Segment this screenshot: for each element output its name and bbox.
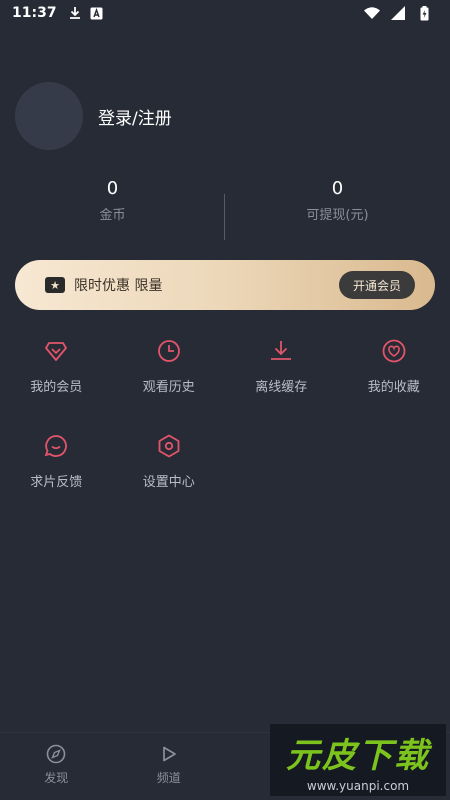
coins-stat[interactable]: 0 金币 [0,170,225,223]
withdrawable-stat[interactable]: 0 可提现(元) [225,170,450,223]
menu-item-offline-cache[interactable]: 离线缓存 [225,338,338,395]
nav-item-discover[interactable]: 发现 [0,733,113,800]
avatar[interactable] [15,82,83,150]
signal-icon [390,5,406,21]
nav-label: 频道 [156,771,181,785]
menu-grid: 我的会员 观看历史 离线缓存 我的收藏 求片反馈 设置中心 [0,338,450,490]
vip-promo-text: 限时优惠 限量 [74,278,163,294]
font-status-icon [89,5,105,21]
menu-item-request-feedback[interactable]: 求片反馈 [0,433,113,490]
battery-icon [416,5,432,21]
nav-label: 发现 [44,771,69,785]
nav-item-channel[interactable]: 频道 [113,733,226,800]
menu-item-my-membership[interactable]: 我的会员 [0,338,113,395]
chat-icon [43,433,69,459]
menu-label: 观看历史 [142,380,195,395]
download-status-icon [67,5,83,21]
watermark-url: www.yuanpi.com [306,778,410,793]
play-icon [158,743,180,765]
menu-item-my-favorites[interactable]: 我的收藏 [338,338,450,395]
profile-header[interactable]: 登录/注册 [15,82,172,150]
menu-label: 求片反馈 [30,475,83,490]
stats-divider [224,194,225,240]
status-time: 11:37 [12,5,57,21]
menu-item-watch-history[interactable]: 观看历史 [113,338,226,395]
coins-label: 金币 [99,208,126,223]
watermark-logo: 元皮下载 [286,735,430,776]
menu-label: 离线缓存 [255,380,308,395]
menu-label: 我的收藏 [367,380,420,395]
clock-icon [156,338,182,364]
settings-icon [156,433,182,459]
status-right [364,5,438,21]
watermark: 元皮下载 www.yuanpi.com [270,724,446,796]
vip-promo-banner[interactable]: ★ 限时优惠 限量 开通会员 [15,260,435,310]
menu-label: 设置中心 [142,475,195,490]
withdrawable-label: 可提现(元) [306,208,369,223]
wifi-icon [364,5,380,21]
download-icon [268,338,294,364]
menu-item-settings-center[interactable]: 设置中心 [113,433,226,490]
coins-value: 0 [106,178,119,199]
status-bar: 11:37 [0,0,450,26]
stats-row: 0 金币 0 可提现(元) [0,170,450,250]
compass-icon [45,743,67,765]
withdrawable-value: 0 [331,178,344,199]
open-membership-button[interactable]: 开通会员 [338,271,415,299]
login-register-link[interactable]: 登录/注册 [98,104,172,129]
vip-ticket-icon: ★ [45,277,65,293]
heart-icon [381,338,407,364]
menu-label: 我的会员 [30,380,83,395]
diamond-icon [43,338,69,364]
